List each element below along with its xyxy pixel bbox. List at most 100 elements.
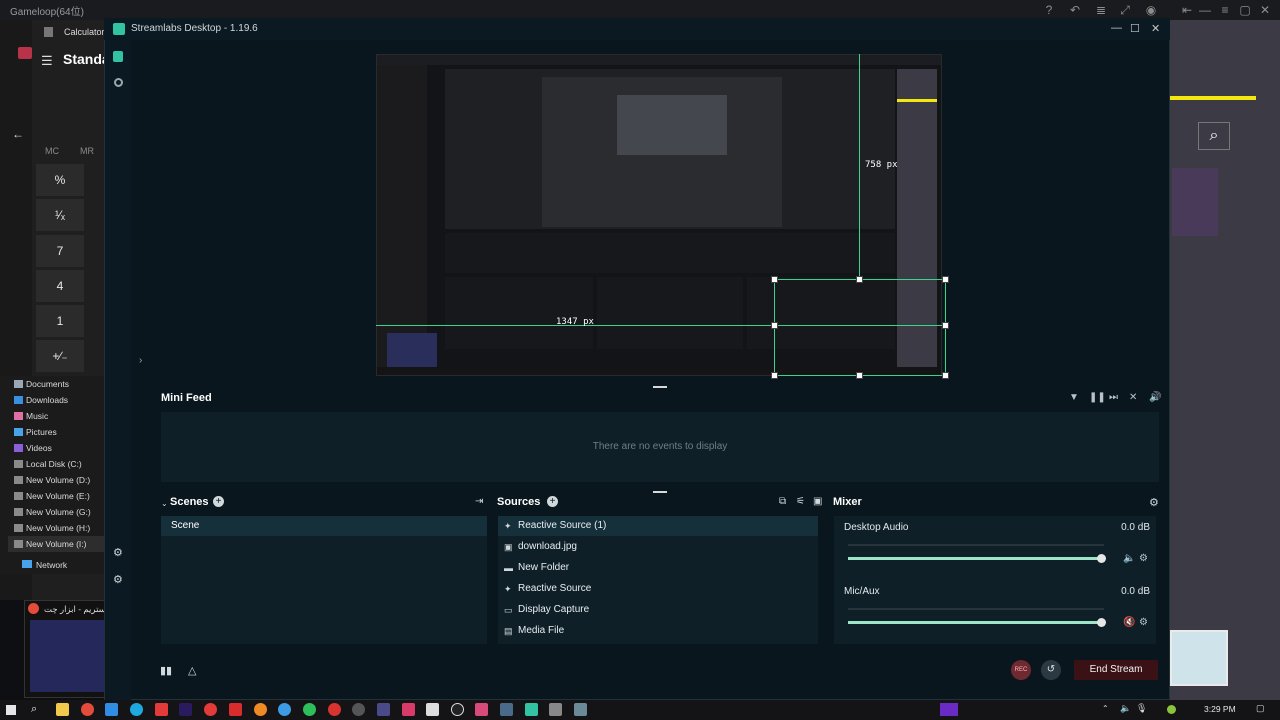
- resize-splitter[interactable]: [653, 491, 667, 493]
- mute-icon[interactable]: 🔈: [1123, 553, 1135, 564]
- mc-button[interactable]: MC: [45, 146, 59, 156]
- game-thumbnail[interactable]: [1172, 168, 1218, 236]
- pin-icon[interactable]: ⇤: [1180, 3, 1194, 17]
- skip-icon[interactable]: ⏭: [1109, 392, 1118, 403]
- app-icon[interactable]: [549, 703, 562, 716]
- add-folder-icon[interactable]: ▣: [813, 496, 822, 507]
- end-stream-button[interactable]: End Stream: [1074, 660, 1158, 680]
- tree-item-documents[interactable]: Documents: [26, 376, 69, 392]
- clock[interactable]: 3:29 PM: [1204, 704, 1236, 714]
- collapse-icon[interactable]: ⌄: [161, 499, 168, 508]
- youtube-icon[interactable]: [229, 703, 242, 716]
- speaker-icon[interactable]: 🔈: [1120, 703, 1131, 714]
- negate-key[interactable]: +∕₋: [36, 340, 84, 372]
- close-icon[interactable]: ✕: [1258, 3, 1272, 17]
- calculator-icon[interactable]: [574, 703, 587, 716]
- resize-splitter[interactable]: [653, 386, 667, 388]
- tree-item-videos[interactable]: Videos: [26, 440, 52, 456]
- hamburger-icon[interactable]: ≡: [1218, 3, 1232, 17]
- preview-canvas[interactable]: [376, 54, 942, 376]
- tree-item-volume-e[interactable]: New Volume (E:): [26, 488, 90, 504]
- tray-app-icon[interactable]: [1167, 705, 1176, 714]
- volume-slider[interactable]: [848, 621, 1101, 624]
- editor-icon[interactable]: [113, 51, 123, 62]
- resize-handle[interactable]: [942, 322, 949, 329]
- system-app-icon[interactable]: [940, 703, 958, 716]
- alerts-icon[interactable]: △: [188, 664, 196, 677]
- settings-icon[interactable]: ⚙: [113, 546, 123, 559]
- mute-icon[interactable]: 🔇: [1123, 617, 1135, 628]
- replay-buffer-button[interactable]: ↺: [1041, 660, 1061, 680]
- add-scene-icon[interactable]: +: [213, 496, 224, 507]
- search-icon[interactable]: ⌕: [31, 703, 37, 716]
- volume-icon[interactable]: 🔊: [1149, 392, 1161, 403]
- add-source-icon[interactable]: +: [547, 496, 558, 507]
- app-icon[interactable]: [303, 703, 316, 716]
- maximize-icon[interactable]: ▢: [1238, 3, 1252, 17]
- resize-handle[interactable]: [771, 276, 778, 283]
- help-icon[interactable]: ?: [1042, 3, 1056, 17]
- app-icon[interactable]: [204, 703, 217, 716]
- mute-alerts-icon[interactable]: ✕: [1129, 392, 1137, 403]
- resize-handle[interactable]: [942, 372, 949, 379]
- percent-key[interactable]: %: [36, 164, 84, 196]
- scene-transitions-icon[interactable]: ⇥: [475, 496, 483, 507]
- mr-button[interactable]: MR: [80, 146, 94, 156]
- app-icon[interactable]: [352, 703, 365, 716]
- tree-item-volume-d[interactable]: New Volume (D:): [26, 472, 90, 488]
- app-icon[interactable]: [254, 703, 267, 716]
- tree-item-pictures[interactable]: Pictures: [26, 424, 57, 440]
- resize-handle[interactable]: [942, 276, 949, 283]
- start-icon[interactable]: [6, 705, 16, 715]
- tree-item-volume-i[interactable]: New Volume (I:): [26, 536, 86, 552]
- opera-icon[interactable]: [328, 703, 341, 716]
- record-button[interactable]: REC: [1011, 660, 1031, 680]
- group-icon[interactable]: ⧉: [779, 496, 786, 507]
- tree-item-music[interactable]: Music: [26, 408, 48, 424]
- microphone-icon[interactable]: 🎙: [1136, 703, 1147, 714]
- app-icon[interactable]: [426, 703, 439, 716]
- minimize-icon[interactable]: —: [1198, 3, 1212, 17]
- resize-handle[interactable]: [856, 372, 863, 379]
- streamlabs-icon[interactable]: [525, 703, 538, 716]
- edge-icon[interactable]: [130, 703, 143, 716]
- volume-slider-handle[interactable]: [1097, 618, 1106, 627]
- layout-icon[interactable]: ⚙: [113, 573, 123, 586]
- tray-chevron-icon[interactable]: ⌃: [1102, 704, 1109, 713]
- four-key[interactable]: 4: [36, 270, 84, 302]
- scene-row[interactable]: [161, 516, 487, 536]
- tree-item-volume-g[interactable]: New Volume (G:): [26, 504, 91, 520]
- app-icon[interactable]: [402, 703, 415, 716]
- tree-item-volume-h[interactable]: New Volume (H:): [26, 520, 90, 536]
- chrome-icon[interactable]: [278, 703, 291, 716]
- user-icon[interactable]: ◉: [1144, 3, 1158, 17]
- notification-icon[interactable]: ▢: [1256, 703, 1265, 714]
- undo-icon[interactable]: ↶: [1068, 3, 1082, 17]
- maximize-icon[interactable]: ☐: [1130, 22, 1140, 35]
- file-menu[interactable]: [18, 47, 32, 59]
- resize-handle[interactable]: [771, 322, 778, 329]
- media-player-icon[interactable]: [451, 703, 464, 716]
- app-icon[interactable]: [500, 703, 513, 716]
- performance-icon[interactable]: ▮▮: [160, 664, 172, 677]
- tree-item-local-disk-c[interactable]: Local Disk (C:): [26, 456, 82, 472]
- gear-icon[interactable]: ⚙: [1149, 496, 1159, 509]
- volume-slider-handle[interactable]: [1097, 554, 1106, 563]
- resize-handle[interactable]: [856, 276, 863, 283]
- search-icon[interactable]: ⌕: [1198, 122, 1230, 150]
- hamburger-icon[interactable]: ☰: [41, 53, 53, 69]
- filters-icon[interactable]: ⚟: [796, 496, 805, 507]
- menu-icon[interactable]: ≣: [1094, 3, 1108, 17]
- one-key[interactable]: 1: [36, 305, 84, 337]
- file-explorer-icon[interactable]: [56, 703, 69, 716]
- reciprocal-key[interactable]: ¹⁄ₓ: [36, 199, 84, 231]
- filter-icon[interactable]: ▼: [1069, 392, 1079, 403]
- record-nav-icon[interactable]: [114, 78, 123, 87]
- chevron-right-icon[interactable]: ›: [139, 355, 142, 366]
- app-icon[interactable]: [475, 703, 488, 716]
- pause-icon[interactable]: ❚❚: [1089, 392, 1106, 403]
- back-icon[interactable]: ←: [12, 127, 24, 141]
- gear-icon[interactable]: ⚙: [1139, 553, 1148, 564]
- tree-item-network[interactable]: Network: [36, 557, 67, 573]
- gear-icon[interactable]: ⚙: [1139, 617, 1148, 628]
